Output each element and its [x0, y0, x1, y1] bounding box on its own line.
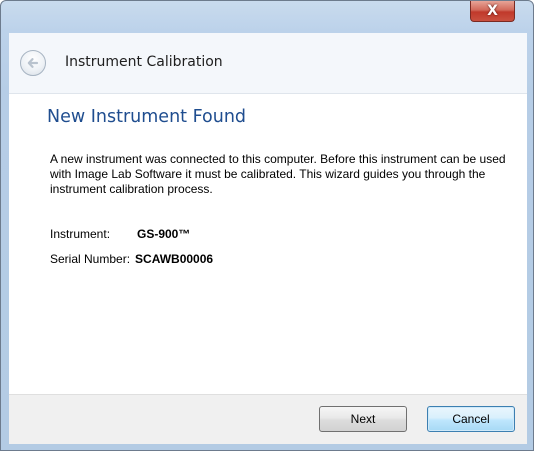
serial-number-value: SCAWB00006 — [135, 252, 214, 266]
instrument-value: GS-900™ — [137, 227, 191, 241]
wizard-title: Instrument Calibration — [65, 54, 223, 70]
calibration-wizard-window: X Instrument Calibration New Instrument … — [0, 0, 534, 451]
cancel-button[interactable]: Cancel — [427, 406, 515, 432]
page-description: A new instrument was connected to this c… — [50, 152, 506, 196]
back-button[interactable] — [20, 50, 46, 76]
wizard-header: Instrument Calibration — [9, 33, 527, 94]
close-button[interactable]: X — [470, 1, 515, 22]
close-icon: X — [487, 3, 498, 19]
wizard-content: New Instrument Found A new instrument wa… — [9, 94, 527, 394]
instrument-row: Instrument: GS-900™ — [50, 227, 190, 241]
next-button[interactable]: Next — [319, 406, 407, 432]
wizard-footer: Next Cancel — [9, 394, 527, 444]
instrument-label: Instrument: — [50, 227, 111, 241]
back-arrow-icon — [27, 58, 39, 68]
serial-number-row: Serial Number: SCAWB00006 — [50, 252, 213, 266]
serial-number-label: Serial Number: — [50, 252, 131, 266]
page-heading: New Instrument Found — [47, 107, 247, 127]
